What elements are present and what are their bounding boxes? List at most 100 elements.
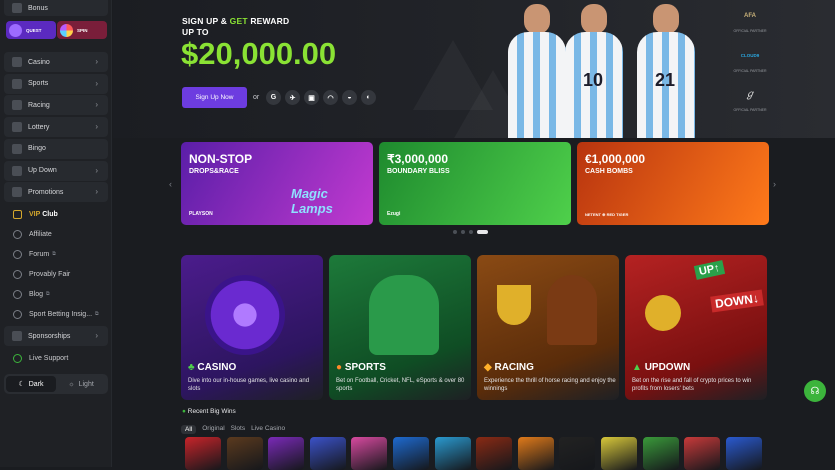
discord-icon[interactable]: ▣ [304,90,319,105]
promo-card-drops-race[interactable]: NON-STOP DROPS&RACE Magic Lamps PLAYSON [181,142,373,225]
promo-card-cash-bombs[interactable]: €1,000,000 CASH BOMBS NETENT ⊕ RED TIGER [577,142,769,225]
sidebar-item-label: Forum [29,250,50,258]
category-desc: Bet on the rise and fall of crypto price… [632,378,752,392]
insights-icon [13,309,22,319]
sidebar-item-sponsorships[interactable]: Sponsorships › [4,326,108,346]
or-label: or [253,94,260,101]
game-thumbnail[interactable] [351,437,388,470]
game-thumbnail[interactable] [268,437,305,470]
vip-prefix: VIP [29,210,41,218]
tab-original[interactable]: Original [202,425,224,434]
spin-wheel-icon [60,23,73,37]
sidebar-item-vip-club[interactable]: VIP Club [4,205,108,223]
sign-up-button[interactable]: Sign Up Now [182,87,247,108]
category-card-sports[interactable]: ● SPORTS Bet on Football, Cricket, NFL, … [329,255,471,400]
player-head [581,4,607,34]
metamask-icon[interactable]: ◠ [323,90,338,105]
promo-subtitle: BOUNDARY BLISS [387,168,450,175]
steam-icon[interactable]: ◐ [361,90,376,105]
live-support-button[interactable]: ☊ [804,380,826,402]
sidebar-item-blog[interactable]: Blog ⧉ [4,285,108,303]
category-title: ▲ UPDOWN [632,362,690,373]
partner-signature: ℊ OFFICIAL PARTNER [730,84,770,112]
promo-brand: NETENT ⊕ RED TIGER [585,212,629,217]
carousel-dot-active[interactable] [477,230,488,234]
theme-dark-option[interactable]: ☾ Dark [6,376,56,392]
sidebar-item-racing[interactable]: Racing › [4,95,108,116]
roulette-icon [205,275,285,355]
game-thumbnail[interactable] [434,437,471,470]
promo-card-boundary-bliss[interactable]: ₹3,000,000 BOUNDARY BLISS Ezugi [379,142,571,225]
category-card-casino[interactable]: ♣ CASINO Dive into our in-house games, l… [181,255,323,400]
game-thumbnail[interactable] [559,437,596,470]
google-icon[interactable]: G [266,90,281,105]
sports-icon: ● [336,362,343,373]
game-thumbnail[interactable] [185,437,221,470]
sidebar-item-affiliate[interactable]: Affiliate [4,225,108,243]
game-thumbnail[interactable] [393,437,429,470]
sidebar-item-bonus[interactable]: Bonus [4,0,108,16]
sidebar-item-live-support[interactable]: Live Support [4,349,108,367]
sidebar-item-promotions[interactable]: Promotions › [4,182,108,203]
blog-icon [13,289,22,299]
coin-icon [645,295,681,331]
sidebar-item-lottery[interactable]: Lottery › [4,117,108,138]
game-thumbnail[interactable] [309,437,346,470]
carousel-prev-icon[interactable]: ‹ [169,179,172,189]
hero-headline-part: REWARD [250,16,290,26]
game-thumbnail[interactable] [226,437,263,470]
sidebar-item-sports[interactable]: Sports › [4,73,108,94]
line-icon[interactable]: ◒ [342,90,357,105]
player-image [506,0,568,138]
player-head [524,4,550,34]
carousel-dot[interactable] [453,230,457,234]
updown-icon: ▲ [632,362,642,373]
bingo-icon [12,143,22,154]
game-thumbnail[interactable] [684,437,721,470]
carousel-dot[interactable] [461,230,465,234]
theme-light-option[interactable]: ☼ Light [56,376,106,392]
chevron-right-icon: › [95,331,98,340]
game-thumbnail[interactable] [517,437,554,470]
hero-headline-get: GET [229,16,248,26]
carousel-next-icon[interactable]: › [773,179,776,189]
game-thumbnail[interactable] [642,437,679,470]
telegram-icon[interactable]: ✈ [285,90,300,105]
category-card-racing[interactable]: ◆ RACING Experience the thrill of horse … [477,255,619,400]
headset-icon: ☊ [810,385,820,397]
promo-title: ₹3,000,000 [387,152,449,166]
chevron-right-icon: › [95,78,98,88]
sun-icon: ☼ [68,380,75,388]
carousel-dot[interactable] [469,230,473,234]
tab-slots[interactable]: Slots [231,425,245,434]
promo-brand: PLAYSON [189,211,213,217]
spin-button[interactable]: SPIN [57,21,107,39]
category-desc: Dive into our in-house games, live casin… [188,378,310,392]
sidebar-item-casino[interactable]: Casino › [4,52,108,72]
game-thumbnail[interactable] [601,437,637,470]
sidebar-item-sport-betting-insights[interactable]: Sport Betting Insig... ⧉ [4,305,108,323]
sidebar-item-label: Casino [28,58,50,66]
category-card-updown[interactable]: UP↑ DOWN↓ ▲ UPDOWN Bet on the rise and f… [625,255,767,400]
vip-label: VIP Club [29,211,58,218]
theme-dark-label: Dark [28,380,44,388]
sidebar-item-label: Provably Fair [29,270,71,278]
game-thumbnail[interactable] [476,437,513,470]
chevron-right-icon: › [95,57,98,66]
sidebar-item-label: Up Down [28,167,57,174]
tab-all[interactable]: All [181,425,197,434]
quest-button[interactable]: QUEST [6,21,56,39]
sidebar-item-bingo[interactable]: Bingo [4,138,108,159]
quest-label: QUEST [26,27,42,33]
sidebar-item-forum[interactable]: Forum ⧉ [4,245,108,263]
sidebar-item-provably-fair[interactable]: Provably Fair [4,265,108,283]
sidebar-item-up-down[interactable]: Up Down › [4,160,108,181]
tab-live-casino[interactable]: Live Casino [251,425,285,434]
category-desc: Bet on Football, Cricket, NFL, eSports &… [336,378,465,392]
crown-icon [13,209,22,219]
chevron-right-icon: › [95,100,98,110]
big-wins-tabs: All Original Slots Live Casino [181,425,285,434]
game-thumbnail[interactable] [725,437,762,470]
promo-art-text: Magic Lamps [291,186,333,216]
sidebar-item-label: Sponsorships [28,332,71,340]
